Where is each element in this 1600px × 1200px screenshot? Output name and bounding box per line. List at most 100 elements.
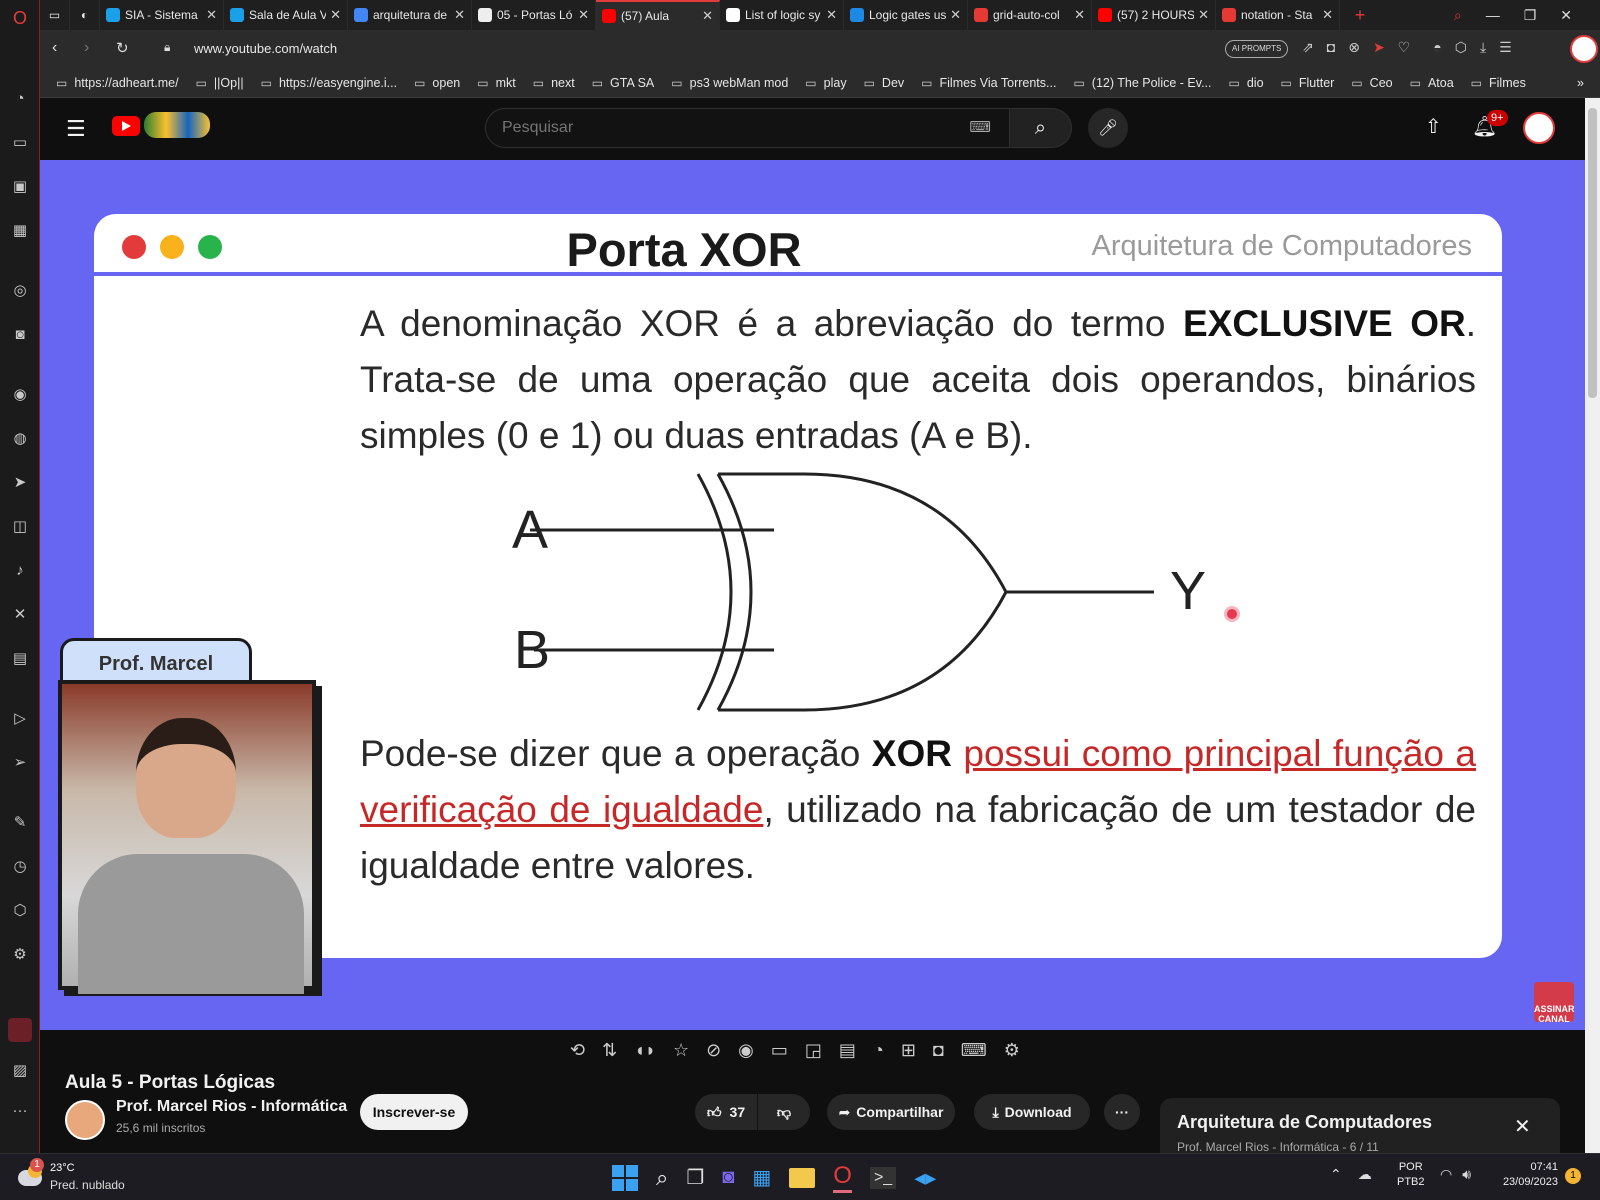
- forward-icon[interactable]: ›: [84, 39, 89, 57]
- star-icon[interactable]: ☆: [673, 1040, 689, 1061]
- share-page-icon[interactable]: ⇗: [1302, 39, 1314, 56]
- tab-6[interactable]: Logic gates us ✕: [844, 0, 968, 30]
- twitch-icon[interactable]: ▣: [8, 174, 32, 198]
- tab-close-icon[interactable]: ✕: [950, 7, 961, 23]
- store-icon[interactable]: ▦: [752, 1165, 771, 1190]
- start-icon[interactable]: [612, 1164, 638, 1191]
- back-icon[interactable]: ‹: [52, 39, 57, 57]
- youtube-logo[interactable]: [112, 116, 140, 136]
- show-hidden-icons-icon[interactable]: ⌃: [1330, 1166, 1342, 1183]
- tab-close-icon[interactable]: ✕: [1322, 7, 1333, 23]
- edit-icon[interactable]: ✎: [8, 810, 32, 834]
- tab-close-icon[interactable]: ✕: [702, 8, 713, 24]
- volume-icon[interactable]: 🔊︎: [1462, 1166, 1471, 1183]
- tab-7[interactable]: grid-auto-col ✕: [968, 0, 1092, 30]
- screenshot-icon[interactable]: ◘: [933, 1040, 944, 1061]
- bookmark-item[interactable]: ▭ ps3 webMan mod: [671, 76, 788, 90]
- taskbar-search-icon[interactable]: ⌕: [656, 1165, 668, 1191]
- search-box[interactable]: ⌨: [485, 108, 1010, 148]
- language-indicator[interactable]: POR PTB2: [1397, 1161, 1425, 1188]
- video-player[interactable]: Porta XOR Arquitetura de Computadores A …: [40, 160, 1585, 1030]
- speed-icon[interactable]: ◔: [873, 1040, 884, 1061]
- subscribe-button[interactable]: Inscrever-se: [360, 1094, 468, 1130]
- tab-close-icon[interactable]: ✕: [206, 7, 217, 23]
- keyboard-icon[interactable]: ⌨: [969, 118, 991, 136]
- profile-avatar[interactable]: [1570, 35, 1598, 63]
- gallery-icon[interactable]: ▨: [8, 1058, 32, 1082]
- tab-4[interactable]: (57) Aula ✕: [596, 0, 720, 30]
- box-icon[interactable]: ⬡: [1455, 39, 1467, 56]
- x-icon[interactable]: ✕: [8, 602, 32, 626]
- bookmark-item[interactable]: ▭ Filmes Via Torrents...: [921, 76, 1056, 90]
- scrollbar-thumb[interactable]: [1588, 108, 1597, 398]
- wifi-icon[interactable]: ◠: [1440, 1166, 1452, 1183]
- vscode-icon[interactable]: ◂▸: [914, 1165, 936, 1191]
- loop-icon[interactable]: ⟲: [570, 1040, 585, 1061]
- search-tabs-icon[interactable]: ⌕: [1454, 7, 1462, 24]
- music-icon[interactable]: ▤: [8, 646, 32, 670]
- bookmark-item[interactable]: ▭ ||Op||: [196, 76, 244, 90]
- close-playlist-icon[interactable]: ✕: [1514, 1114, 1531, 1139]
- url-text[interactable]: www.youtube.com/watch: [194, 41, 337, 56]
- instagram-icon[interactable]: ◫: [8, 514, 32, 538]
- speed-dial-icon[interactable]: ◔: [8, 86, 32, 110]
- opera-taskbar-icon[interactable]: O: [833, 1162, 852, 1193]
- voice-search-button[interactable]: 🎤︎: [1088, 108, 1128, 148]
- block-icon[interactable]: ⊗: [1348, 39, 1360, 56]
- chat-icon[interactable]: ◙: [722, 1166, 734, 1189]
- minimize-icon[interactable]: —: [1486, 7, 1500, 23]
- view-icon[interactable]: ◉: [738, 1040, 754, 1061]
- settings-icon[interactable]: ⚙: [8, 942, 32, 966]
- terminal-icon[interactable]: >_: [869, 1166, 897, 1189]
- search-button[interactable]: ⌕: [1010, 108, 1072, 148]
- tab-5[interactable]: List of logic sy ✕: [720, 0, 844, 30]
- chip-icon[interactable]: ▦: [8, 218, 32, 242]
- notification-center-badge[interactable]: 1: [1565, 1168, 1581, 1184]
- extensions-icon[interactable]: ⬡: [8, 898, 32, 922]
- bookmark-item[interactable]: ▭ dio: [1229, 76, 1264, 90]
- player-icon[interactable]: ▷: [8, 706, 32, 730]
- search-input[interactable]: [502, 118, 942, 138]
- tab-0[interactable]: SIA - Sistema ✕: [100, 0, 224, 30]
- bookmark-item[interactable]: ▭ Flutter: [1281, 76, 1335, 90]
- account-avatar[interactable]: [1523, 112, 1555, 144]
- whatsapp-icon[interactable]: ◍: [8, 426, 32, 450]
- tab-3[interactable]: 05 - Portas Ló ✕: [472, 0, 596, 30]
- bookmark-item[interactable]: ▭ (12) The Police - Ev...: [1073, 76, 1211, 90]
- bookmark-item[interactable]: ▭ Atoa: [1410, 76, 1454, 90]
- bookmark-item[interactable]: ▭ GTA SA: [592, 76, 655, 90]
- tab-1[interactable]: Sala de Aula V ✕: [224, 0, 348, 30]
- tab-close-icon[interactable]: ✕: [1074, 7, 1085, 23]
- camera-icon[interactable]: ◘: [1327, 39, 1335, 56]
- tab-close-icon[interactable]: ✕: [454, 7, 465, 23]
- bookmark-item[interactable]: ▭ https://adheart.me/: [56, 76, 179, 90]
- vpn-icon[interactable]: ◎: [8, 278, 32, 302]
- restore-icon[interactable]: ❐: [1524, 7, 1537, 24]
- picture-in-picture-icon[interactable]: ◲: [805, 1040, 822, 1061]
- games-icon[interactable]: ◙: [8, 322, 32, 346]
- audio-icon[interactable]: ◖◗: [634, 1040, 656, 1061]
- history-icon[interactable]: ◷: [8, 854, 32, 878]
- heart-icon[interactable]: ♡: [1398, 39, 1411, 56]
- more-icon[interactable]: ···: [8, 1098, 32, 1122]
- bookmark-item[interactable]: ▭ mkt: [477, 76, 515, 90]
- playlist-title[interactable]: Arquitetura de Computadores: [1177, 1112, 1432, 1133]
- lock-icon[interactable]: 🔒︎: [164, 40, 170, 55]
- reload-icon[interactable]: ↻: [116, 39, 129, 57]
- tiktok-icon[interactable]: ♪: [8, 558, 32, 582]
- messenger-icon[interactable]: ◉: [8, 382, 32, 406]
- tool-settings-icon[interactable]: ⚙: [1004, 1040, 1020, 1061]
- mini-player-icon[interactable]: ▤: [839, 1040, 856, 1061]
- ads-icon[interactable]: ⊘: [706, 1040, 721, 1061]
- more-actions-button[interactable]: ···: [1104, 1094, 1140, 1130]
- menu-icon[interactable]: ☰: [66, 116, 86, 142]
- wallet-icon[interactable]: [8, 1018, 32, 1042]
- subscribe-watermark[interactable]: ASSINAR CANAL: [1534, 982, 1575, 1024]
- opera-logo-icon[interactable]: O: [8, 6, 32, 30]
- task-view-icon[interactable]: ❐: [686, 1165, 704, 1190]
- close-window-icon[interactable]: ✕: [1560, 7, 1572, 24]
- bookmark-item[interactable]: ▭ Ceo: [1351, 76, 1392, 90]
- upload-icon[interactable]: ⇧: [1425, 114, 1442, 139]
- new-tab-button[interactable]: +: [1340, 0, 1380, 30]
- doodle-logo[interactable]: [144, 112, 210, 138]
